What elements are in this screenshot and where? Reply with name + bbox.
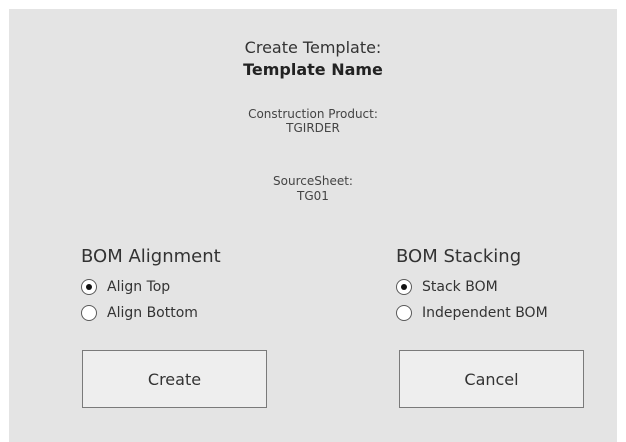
radio-button-icon[interactable]: [396, 279, 412, 295]
radio-align-bottom[interactable]: Align Bottom: [81, 303, 198, 323]
bom-alignment-heading: BOM Alignment: [81, 246, 221, 267]
bom-stacking-heading: BOM Stacking: [396, 246, 522, 267]
construction-product-value: TGIRDER: [286, 121, 340, 135]
create-template-dialog: Create Template: Template Name Construct…: [9, 9, 617, 442]
cancel-button[interactable]: Cancel: [399, 350, 584, 408]
radio-button-icon[interactable]: [396, 305, 412, 321]
radio-stack-bom[interactable]: Stack BOM: [396, 277, 498, 297]
radio-independent-bom[interactable]: Independent BOM: [396, 303, 548, 323]
radio-button-icon[interactable]: [81, 279, 97, 295]
create-button[interactable]: Create: [82, 350, 267, 408]
construction-product-label: Construction Product:: [248, 107, 378, 121]
dialog-title: Create Template:: [244, 38, 382, 57]
template-name: Template Name: [243, 60, 383, 79]
source-sheet-value: TG01: [297, 189, 329, 203]
radio-label: Align Top: [107, 279, 171, 295]
source-sheet-label: SourceSheet:: [273, 174, 353, 188]
radio-align-top[interactable]: Align Top: [81, 277, 170, 297]
radio-label: Independent BOM: [422, 305, 548, 321]
radio-button-icon[interactable]: [81, 305, 97, 321]
radio-label: Align Bottom: [107, 305, 198, 321]
radio-label: Stack BOM: [422, 279, 498, 295]
